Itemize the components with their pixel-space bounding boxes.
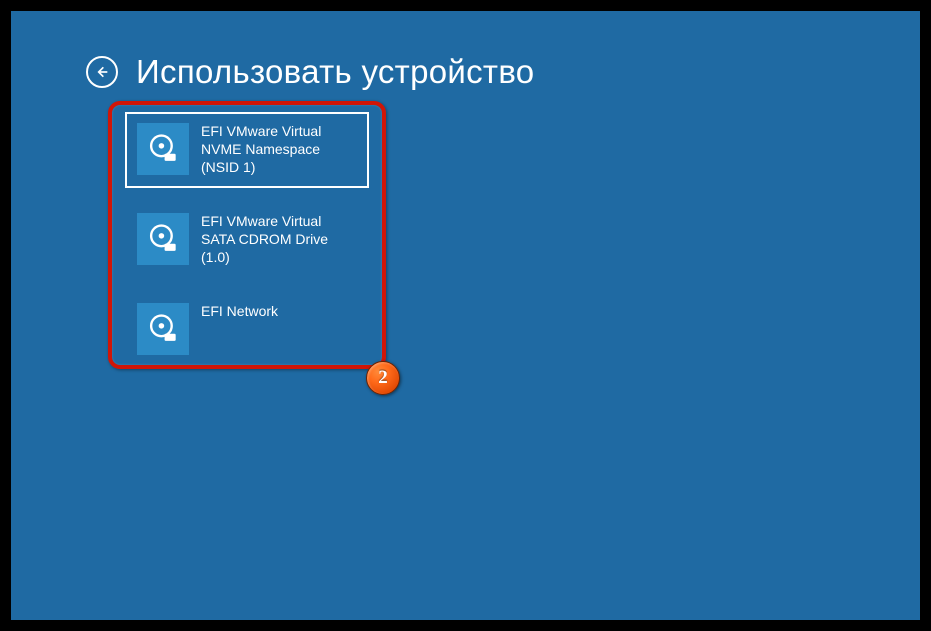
back-button[interactable] [86,56,118,88]
disc-icon [137,303,189,355]
boot-options-screen: Использовать устройство EFI VMware Virtu… [11,11,920,620]
annotation-badge: 2 [366,361,400,395]
device-option-cdrom[interactable]: EFI VMware Virtual SATA CDROM Drive (1.0… [125,202,369,278]
device-list: EFI VMware Virtual NVME Namespace (NSID … [125,112,369,368]
device-option-nvme[interactable]: EFI VMware Virtual NVME Namespace (NSID … [125,112,369,188]
device-label: EFI Network [201,303,278,321]
device-label: EFI VMware Virtual NVME Namespace (NSID … [201,123,357,177]
page-title: Использовать устройство [136,53,534,91]
back-arrow-icon [94,64,110,80]
disc-icon [137,213,189,265]
device-label: EFI VMware Virtual SATA CDROM Drive (1.0… [201,213,357,267]
disc-icon [137,123,189,175]
device-option-network[interactable]: EFI Network [125,292,369,368]
header: Использовать устройство [86,53,534,91]
